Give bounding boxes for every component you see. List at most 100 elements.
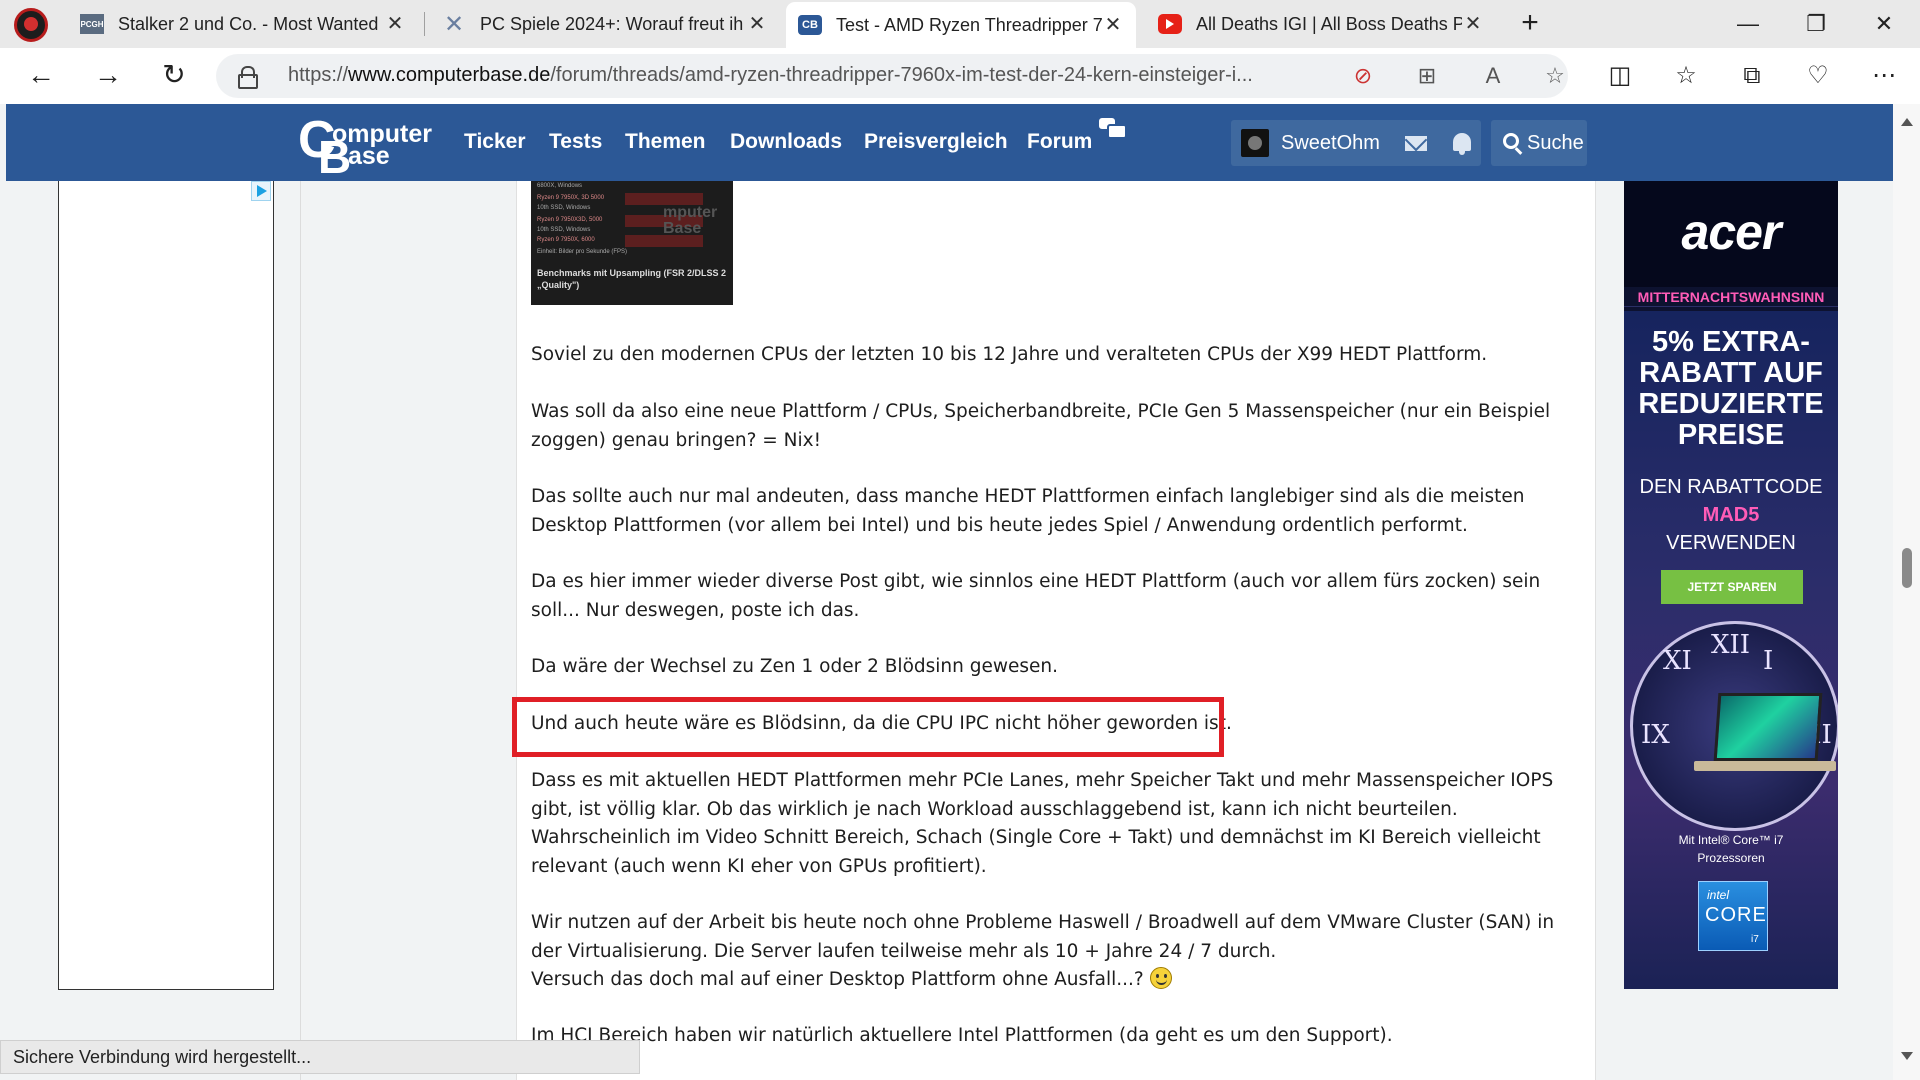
url-path: /forum/threads/amd-ryzen-threadripper-79…	[550, 64, 1253, 86]
chat-bubble-icon	[1099, 118, 1127, 139]
mail-icon[interactable]	[1405, 136, 1427, 151]
post-paragraph: Versuch das doch mal auf einer Desktop P…	[531, 966, 1581, 995]
new-tab-button[interactable]: +	[1512, 6, 1548, 42]
close-icon[interactable]: ✕	[1462, 13, 1484, 35]
intel-line: Prozessoren	[1697, 851, 1765, 865]
intel-line: Mit Intel® Core™ i7	[1678, 833, 1784, 847]
page-scrollbar[interactable]	[1893, 104, 1920, 1080]
nav-themen[interactable]: Themen	[625, 130, 706, 154]
address-bar[interactable]: https://www.computerbase.de/forum/thread…	[216, 54, 1568, 98]
benchmark-row: Ryzen 9 7950X, 3D 5000	[537, 195, 605, 201]
benchmark-image[interactable]: 6800X, Windows Ryzen 9 7950X, 3D 5000 10…	[531, 181, 733, 305]
post-paragraph: Dass es mit aktuellen HEDT Plattformen m…	[531, 770, 1554, 877]
post-line: Versuch das doch mal auf einer Desktop P…	[531, 969, 1144, 990]
tab-title: Test - AMD Ryzen Threadripper 7	[836, 14, 1102, 35]
intel-badge-i7: i7	[1751, 934, 1759, 945]
highlight-box	[512, 697, 1224, 757]
nav-ticker[interactable]: Ticker	[464, 130, 526, 154]
jetzt-sparen-button[interactable]: JETZT SPAREN	[1661, 570, 1803, 604]
intel-badge-brand: intel	[1707, 888, 1730, 902]
browser-profile-icon[interactable]	[14, 8, 48, 42]
tab-igi[interactable]: All Deaths IGI | All Boss Deaths P ✕	[1146, 4, 1496, 44]
benchmark-row: Ryzen 9 7950X, 6000	[537, 237, 595, 243]
ad-strip: MITTERNACHTSWAHNSINN	[1624, 287, 1838, 307]
logo-word-base: ase	[348, 142, 390, 170]
ad-code-post: VERWENDEN	[1666, 532, 1796, 554]
scroll-thumb[interactable]	[1902, 548, 1912, 588]
collections-icon[interactable]: ⧉	[1734, 60, 1770, 92]
post-paragraph: Was soll da also eine neue Plattform / C…	[531, 401, 1551, 451]
laptop-illustration	[1713, 693, 1823, 761]
more-menu-icon[interactable]: ⋯	[1866, 60, 1902, 92]
benchmark-row: 10th SSD, Windows	[537, 227, 591, 233]
tab-title: All Deaths IGI | All Boss Deaths P	[1196, 13, 1462, 34]
post-paragraph: Das sollte auch nur mal andeuten, dass m…	[531, 486, 1525, 536]
nav-downloads[interactable]: Downloads	[730, 130, 842, 154]
url-host: www.computerbase.de	[348, 64, 551, 86]
search-button[interactable]: Suche	[1491, 120, 1587, 166]
scroll-up-icon[interactable]	[1901, 118, 1913, 126]
close-icon[interactable]: ✕	[746, 13, 768, 35]
left-ad-slot[interactable]	[58, 181, 274, 990]
benchmark-caption: Benchmarks mit Upsampling (FSR 2/DLSS 2 …	[537, 268, 727, 290]
post-paragraph: Soviel zu den modernen CPUs der letzten …	[531, 344, 1488, 365]
x-favicon-icon: ✕	[443, 10, 465, 38]
tracking-blocked-icon[interactable]: ⊘	[1348, 62, 1378, 90]
restore-icon[interactable]: ❐	[1786, 6, 1846, 42]
lock-icon[interactable]	[238, 66, 258, 89]
adchoices-icon[interactable]	[251, 181, 271, 201]
search-label: Suche	[1527, 132, 1584, 154]
computerbase-logo[interactable]: C B omputer ase	[298, 111, 438, 183]
post-paragraph: Da wäre der Wechsel zu Zen 1 oder 2 Blöd…	[531, 656, 1059, 677]
scroll-down-icon[interactable]	[1901, 1052, 1913, 1060]
favorites-icon[interactable]: ☆	[1668, 60, 1704, 92]
acer-advertisement[interactable]: acer MITTERNACHTSWAHNSINN 5% EXTRA-RABAT…	[1624, 181, 1838, 989]
benchmark-row: Ryzen 9 7950X3D, 5000	[537, 217, 603, 223]
username[interactable]: SweetOhm	[1281, 132, 1380, 155]
pcgh-favicon-icon: PCGH	[80, 14, 104, 34]
url-prefix: https://	[288, 64, 349, 86]
post-paragraph: Im HCI Bereich haben wir natürlich aktue…	[531, 1025, 1393, 1046]
computerbase-favicon-icon: CB	[798, 15, 822, 35]
site-header: C B omputer ase Ticker Tests Themen Down…	[6, 104, 1893, 183]
tab-title: PC Spiele 2024+: Worauf freut ih	[480, 13, 744, 34]
nav-preisvergleich[interactable]: Preisvergleich	[864, 130, 1008, 154]
url-text[interactable]: https://www.computerbase.de/forum/thread…	[288, 64, 1328, 87]
address-toolbar: ← → ↻ https://www.computerbase.de/forum/…	[0, 48, 1920, 104]
intel-text: Mit Intel® Core™ i7 Prozessoren	[1624, 831, 1838, 867]
minimize-icon[interactable]: —	[1718, 6, 1778, 42]
ad-code-pre: DEN RABATTCODE	[1639, 476, 1823, 498]
bell-icon[interactable]	[1453, 133, 1471, 155]
post-paragraph: Da es hier immer wieder diverse Post gib…	[531, 571, 1541, 621]
nav-tests[interactable]: Tests	[549, 130, 602, 154]
tab-strip: PCGH Stalker 2 und Co. - Most Wanted ✕ ✕…	[0, 0, 1920, 48]
tab-title: Stalker 2 und Co. - Most Wanted	[118, 13, 379, 34]
window-close-icon[interactable]: ✕	[1854, 6, 1914, 42]
ad-headline: 5% EXTRA-RABATT AUF REDUZIERTE PREISE	[1638, 326, 1824, 451]
user-menu[interactable]: SweetOhm	[1231, 120, 1481, 166]
tab-threadripper[interactable]: CB Test - AMD Ryzen Threadripper 7 ✕	[786, 2, 1136, 48]
split-screen-icon[interactable]: ◫	[1602, 60, 1638, 92]
ad-code: MAD5	[1702, 504, 1760, 526]
browser-essentials-icon[interactable]: ♡	[1800, 60, 1836, 92]
laptop-base	[1694, 761, 1836, 771]
back-icon[interactable]: ←	[22, 58, 60, 94]
nav-forum[interactable]: Forum	[1027, 130, 1092, 154]
avatar[interactable]	[1241, 129, 1269, 157]
benchmark-row: 10th SSD, Windows	[537, 205, 591, 211]
status-bar: Sichere Verbindung wird hergestellt...	[0, 1040, 640, 1074]
benchmark-row: Einheit: Bilder pro Sekunde (FPS)	[537, 249, 628, 255]
close-icon[interactable]: ✕	[384, 13, 406, 35]
tab-stalker[interactable]: PCGH Stalker 2 und Co. - Most Wanted ✕	[68, 4, 418, 44]
search-icon	[1503, 133, 1519, 149]
youtube-favicon-icon	[1158, 14, 1182, 34]
intel-core-badge: intel CORE i7	[1698, 881, 1768, 951]
tab-pc-spiele[interactable]: ✕ PC Spiele 2024+: Worauf freut ih ✕	[430, 4, 780, 44]
apps-icon[interactable]: ⊞	[1412, 62, 1442, 90]
acer-logo: acer	[1681, 204, 1782, 260]
forward-icon[interactable]: →	[89, 58, 127, 94]
read-aloud-icon[interactable]: A	[1478, 62, 1508, 90]
favorite-star-icon[interactable]: ☆	[1540, 62, 1570, 90]
reload-icon[interactable]: ↻	[155, 58, 193, 94]
close-icon[interactable]: ✕	[1102, 14, 1124, 36]
